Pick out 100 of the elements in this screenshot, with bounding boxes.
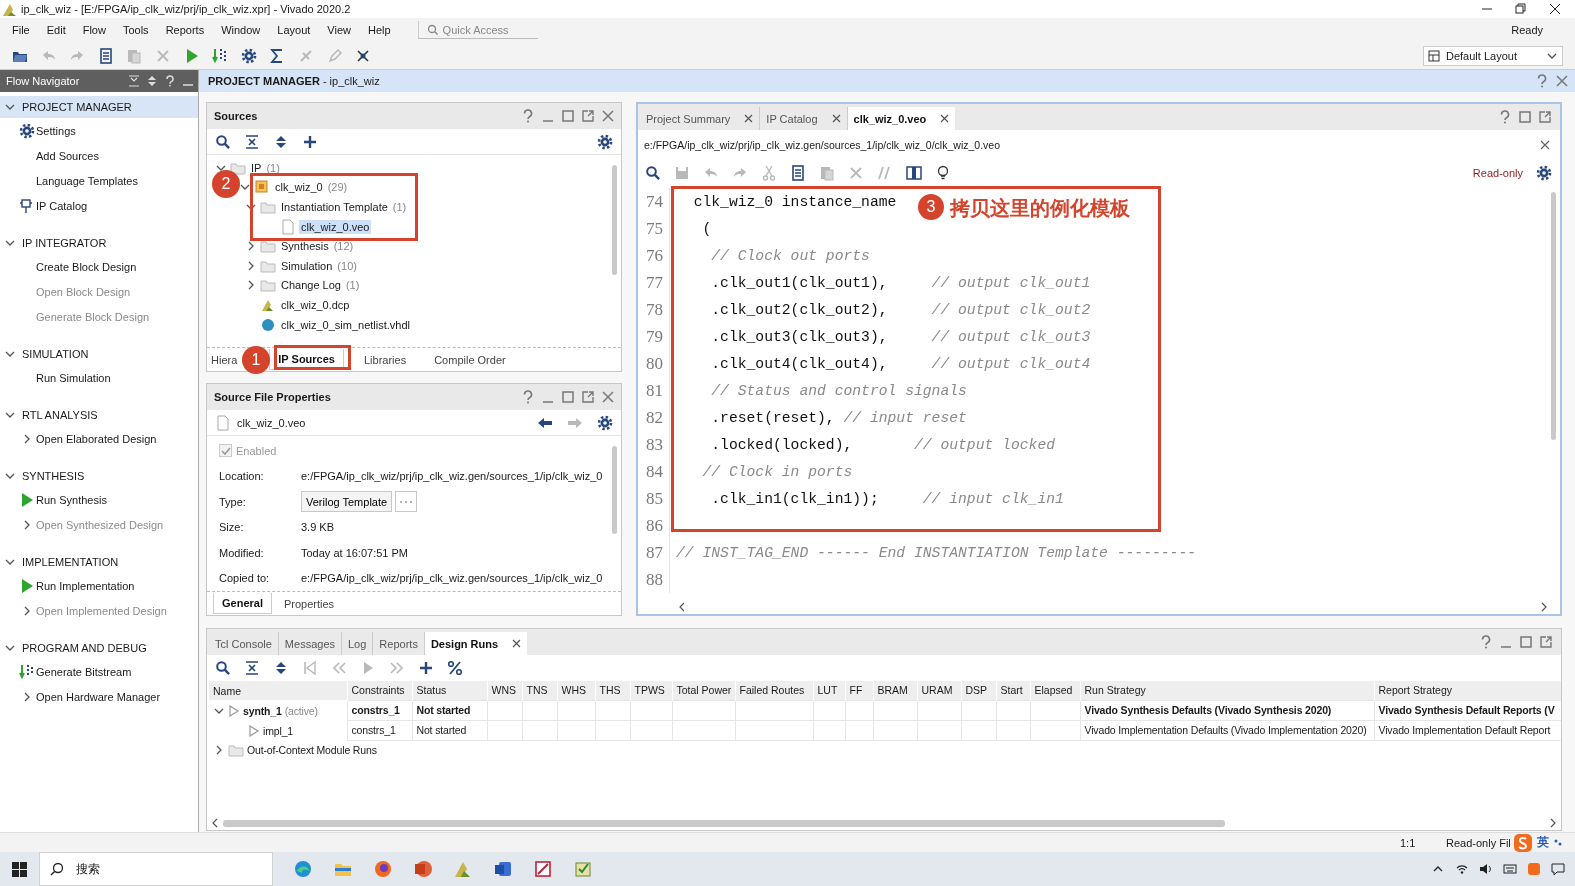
tab[interactable]: clk_wiz_0.veo: [847, 107, 956, 130]
browser-icon[interactable]: [293, 859, 313, 879]
tab[interactable]: IP Catalog: [760, 107, 848, 130]
search-icon[interactable]: [645, 165, 661, 181]
column-header[interactable]: Report Strategy: [1374, 681, 1561, 700]
column-header[interactable]: Name: [209, 681, 347, 700]
maximize-icon[interactable]: [561, 109, 575, 123]
tab[interactable]: Reports: [373, 632, 425, 655]
menu-item[interactable]: View: [327, 24, 351, 36]
tab[interactable]: Tcl Console: [209, 632, 279, 655]
settings-icon[interactable]: [1536, 165, 1552, 181]
maximize-icon[interactable]: [561, 390, 575, 404]
tree-item[interactable]: Simulation: [279, 258, 335, 273]
tree-item[interactable]: clk_wiz_0_sim_netlist.vhdl: [279, 317, 412, 332]
expand-all-icon[interactable]: [146, 75, 158, 87]
tab[interactable]: Hiera: [209, 349, 240, 370]
tree-item[interactable]: clk_wiz_0.dcp: [279, 297, 352, 312]
chevron-right-icon[interactable]: [1540, 602, 1548, 612]
section-header[interactable]: IMPLEMENTATION: [0, 551, 198, 573]
punctuation-icon[interactable]: [1552, 837, 1563, 848]
nav-item[interactable]: Settings: [36, 124, 76, 137]
nav-item[interactable]: Create Block Design: [36, 260, 137, 273]
tab[interactable]: Compile Order: [426, 349, 514, 370]
collapse-all-icon[interactable]: [244, 660, 260, 676]
close-icon[interactable]: [940, 114, 950, 123]
close-icon[interactable]: [1549, 3, 1561, 15]
column-header[interactable]: TNS: [522, 681, 557, 700]
tree-item[interactable]: clk_wiz_0: [273, 180, 325, 195]
run-name[interactable]: impl_1: [263, 724, 294, 737]
help-icon[interactable]: [521, 109, 535, 123]
type-button[interactable]: Verilog Template: [301, 491, 393, 513]
column-header[interactable]: BRAM: [873, 681, 917, 700]
tab[interactable]: Messages: [278, 632, 342, 655]
tree-item[interactable]: clk_wiz_0.veo: [299, 219, 372, 234]
input-language[interactable]: 英: [1536, 834, 1549, 851]
diagram-icon[interactable]: [493, 859, 513, 879]
tab[interactable]: Libraries: [355, 349, 415, 370]
windows-start-icon[interactable]: [12, 861, 27, 877]
run-icon[interactable]: [248, 724, 260, 737]
run-name[interactable]: synth_1: [243, 704, 282, 717]
menu-item[interactable]: Help: [367, 24, 391, 36]
section-header[interactable]: PROJECT MANAGER: [0, 96, 198, 118]
column-header[interactable]: Constraints: [347, 681, 412, 700]
slides-icon[interactable]: [413, 859, 433, 879]
tab[interactable]: Project Summary: [640, 107, 761, 130]
volume-icon[interactable]: [1479, 862, 1493, 876]
column-select-icon[interactable]: [906, 165, 922, 181]
input-method-icon[interactable]: [1512, 832, 1533, 853]
taskbar-search-box[interactable]: 搜索: [39, 852, 273, 886]
column-header[interactable]: WNS: [487, 681, 522, 700]
percent-icon[interactable]: [447, 660, 463, 676]
close-icon[interactable]: [831, 114, 841, 123]
nav-item[interactable]: Run Implementation: [36, 579, 135, 592]
input-method-icon[interactable]: [1527, 862, 1541, 876]
column-header[interactable]: LUT: [813, 681, 845, 700]
tab[interactable]: Log: [342, 632, 374, 655]
section-header[interactable]: RTL ANALYSIS: [0, 404, 198, 426]
nav-item[interactable]: Generate Bitstream: [36, 665, 132, 678]
quick-access-field[interactable]: Quick Access: [442, 23, 541, 36]
debug-icon[interactable]: [355, 47, 372, 64]
tree-item[interactable]: Synthesis: [279, 239, 331, 254]
help-icon[interactable]: [1535, 74, 1549, 88]
layout-dropdown[interactable]: Default Layout: [1423, 45, 1563, 66]
tree-item[interactable]: Instantiation Template: [279, 200, 390, 214]
section-header[interactable]: SYNTHESIS: [0, 465, 198, 487]
maximize-icon[interactable]: [1519, 635, 1533, 649]
help-icon[interactable]: [1479, 635, 1493, 649]
nav-item[interactable]: Language Templates: [36, 174, 138, 187]
menu-item[interactable]: Tools: [122, 24, 149, 36]
column-header[interactable]: Total Power: [672, 681, 735, 700]
restore-icon[interactable]: [1515, 3, 1527, 15]
chevron-left-icon[interactable]: [678, 602, 686, 612]
section-header[interactable]: PROGRAM AND DEBUG: [0, 637, 198, 659]
nav-item[interactable]: Run Synthesis: [36, 493, 107, 506]
column-header[interactable]: DSP: [961, 681, 996, 700]
nav-item[interactable]: Run Simulation: [36, 371, 111, 384]
float-icon[interactable]: [581, 390, 595, 404]
report-icon[interactable]: [97, 47, 114, 64]
column-header[interactable]: Start: [996, 681, 1030, 700]
copy-icon[interactable]: [790, 165, 806, 181]
menu-item[interactable]: File: [12, 24, 30, 36]
nav-item[interactable]: Add Sources: [36, 149, 99, 162]
close-icon[interactable]: [512, 639, 522, 648]
tab[interactable]: Properties: [275, 593, 343, 614]
keyboard-icon[interactable]: [1503, 862, 1517, 876]
tab[interactable]: Design Runs: [424, 632, 528, 655]
chevron-left-icon[interactable]: [211, 818, 219, 828]
column-header[interactable]: WHS: [557, 681, 595, 700]
section-header[interactable]: SIMULATION: [0, 343, 198, 365]
tab[interactable]: General: [213, 593, 272, 614]
menu-item[interactable]: Layout: [277, 24, 311, 36]
column-header[interactable]: THS: [595, 681, 630, 700]
column-header[interactable]: TPWS: [630, 681, 672, 700]
float-icon[interactable]: [581, 109, 595, 123]
tree-item[interactable]: IP: [249, 160, 264, 175]
settings-icon[interactable]: [597, 414, 613, 431]
run-name[interactable]: Out-of-Context Module Runs: [247, 744, 377, 757]
help-icon[interactable]: [1498, 110, 1512, 124]
globe-icon[interactable]: [373, 859, 393, 879]
drawing-app-icon[interactable]: [533, 859, 553, 879]
